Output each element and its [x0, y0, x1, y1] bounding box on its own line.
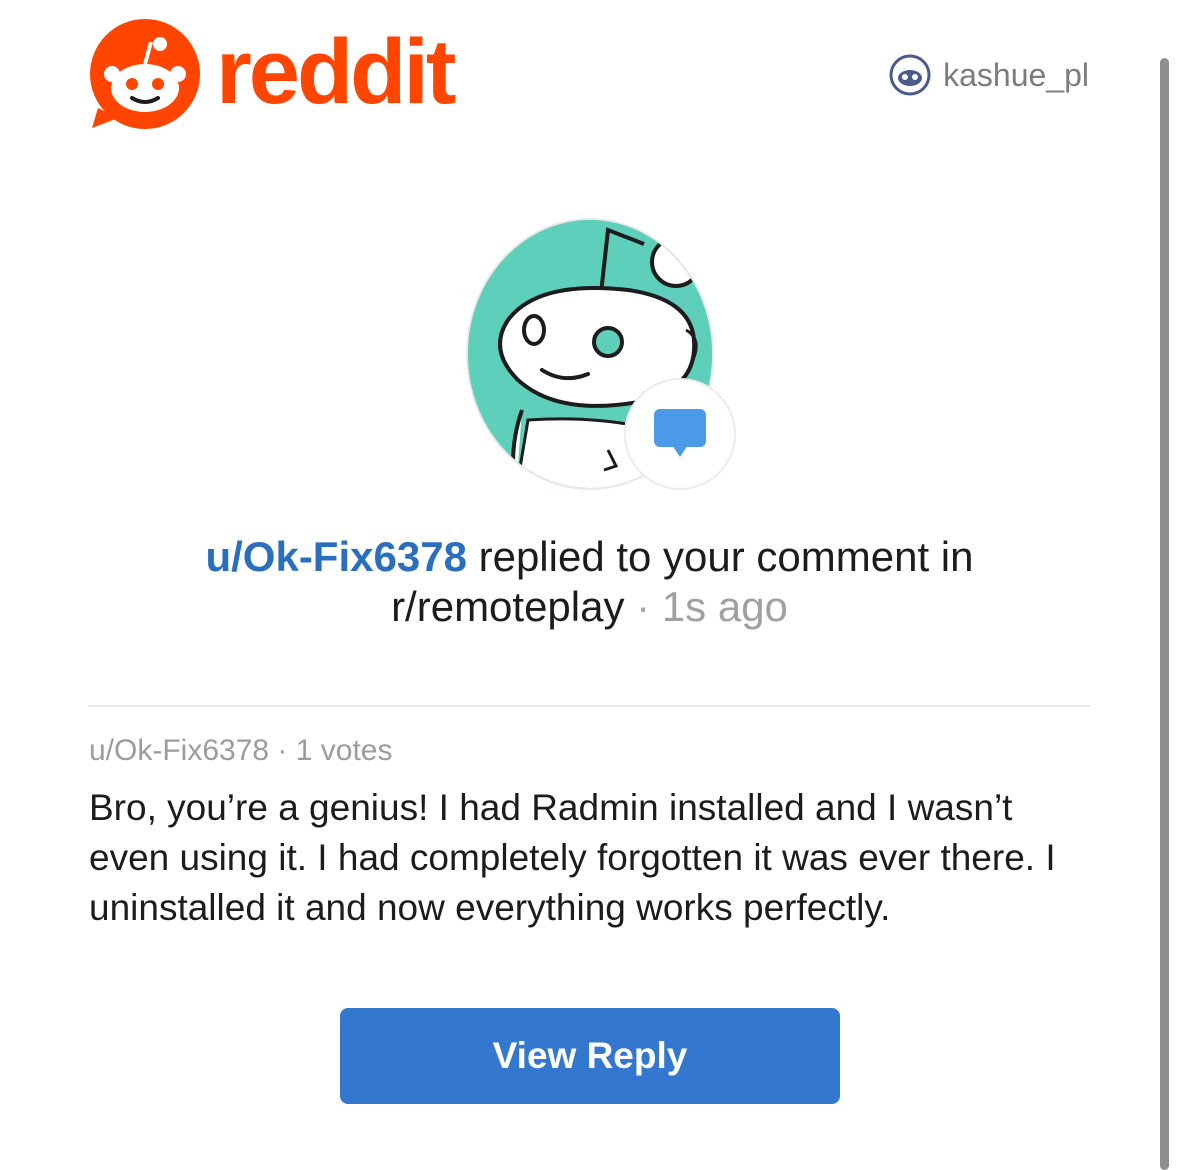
action-text: replied to your comment in [466, 533, 974, 580]
replier-username-link[interactable]: u/Ok-Fix6378 [205, 533, 466, 580]
user-avatar-icon [889, 54, 931, 96]
meta-separator: · [269, 734, 296, 767]
notification-time: 1s ago [661, 583, 788, 630]
email-notification: reddit kashue_pl u/Ok-Fix6378 replied to… [0, 0, 1179, 1170]
account-username: kashue_pl [943, 56, 1089, 93]
comment-meta: u/Ok-Fix6378 · 1 votes [89, 733, 392, 769]
comment-votes: 1 votes [295, 734, 393, 767]
reddit-logo[interactable]: reddit [88, 18, 488, 130]
brand-wordmark: reddit [216, 21, 457, 123]
chat-bubble-icon [654, 409, 706, 457]
account-chip[interactable]: kashue_pl [889, 54, 1089, 96]
comment-body: Bro, you’re a genius! I had Radmin insta… [89, 787, 1056, 928]
view-reply-button[interactable]: View Reply [340, 1008, 840, 1104]
replier-avatar[interactable] [466, 218, 738, 492]
comment-author[interactable]: u/Ok-Fix6378 [89, 734, 269, 767]
headline-line-1: u/Ok-Fix6378 replied to your comment in [0, 532, 1179, 582]
divider [88, 705, 1090, 707]
reddit-snoo-icon [90, 19, 200, 129]
subreddit-link[interactable]: r/remoteplay [391, 583, 624, 630]
headline-line-2: r/remoteplay · 1s ago [0, 582, 1179, 632]
notification-headline: u/Ok-Fix6378 replied to your comment in … [0, 532, 1179, 632]
headline-separator: · [624, 583, 662, 630]
comment-badge [624, 378, 736, 490]
